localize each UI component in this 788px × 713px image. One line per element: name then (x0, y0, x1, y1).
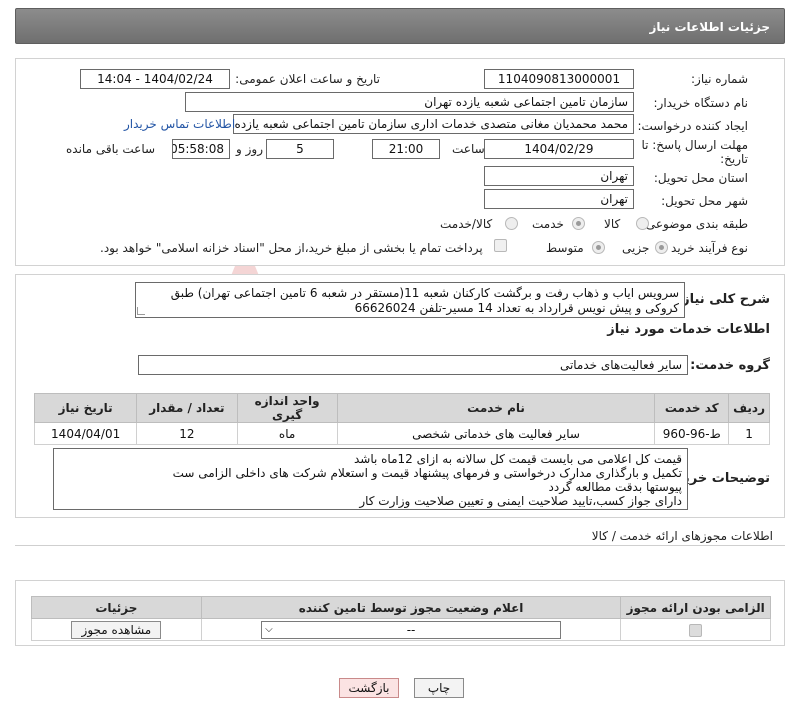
col-permit-required: الزامی بودن ارائه مجوز (620, 596, 771, 619)
cell-row: 1 (728, 422, 770, 445)
buyer-org-label: نام دستگاه خریدار: (653, 96, 749, 110)
col-quantity: تعداد / مقدار (136, 393, 238, 423)
province-field[interactable]: تهران (484, 166, 634, 186)
print-button[interactable]: چاپ (414, 678, 464, 698)
description-resize-handle[interactable] (137, 307, 145, 315)
need-number-field[interactable]: 1104090813000001 (484, 69, 634, 89)
permit-status-value: -- (406, 622, 416, 637)
category-goods-label: کالا (604, 217, 621, 231)
buyer-note-line: قیمت کل اعلامی می بایست قیمت کل سالانه ب… (353, 452, 682, 466)
cell-permit-status: -- ⌵ (200, 618, 622, 641)
col-need-date: تاریخ نیاز (33, 393, 138, 423)
purchase-medium-label: متوسط (546, 241, 584, 255)
buyer-org-field[interactable]: سازمان تامین اجتماعی شعبه یازده تهران (185, 92, 634, 112)
table-row: -- ⌵ مشاهده مجوز (31, 618, 771, 641)
category-service-label: خدمت (532, 217, 564, 231)
description-textarea[interactable]: سرویس ایاب و ذهاب رفت و برگشت کارکنان شع… (135, 282, 685, 318)
category-radio-service[interactable] (572, 217, 585, 230)
need-number-label: شماره نیاز: (691, 72, 748, 86)
time-remaining-field[interactable]: 05:58:08 (172, 139, 230, 159)
back-button[interactable]: بازگشت (339, 678, 399, 698)
purchase-type-label: نوع فرآیند خرید : (663, 241, 748, 255)
city-field[interactable]: تهران (484, 189, 634, 209)
province-label: استان محل تحویل: (653, 171, 748, 185)
table-row[interactable]: 1 ط-96-960 سایر فعالیت های خدماتی شخصی م… (33, 422, 770, 445)
city-label: شهر محل تحویل: (661, 194, 748, 208)
buyer-contact-link[interactable]: اطلاعات تماس خریدار (124, 117, 235, 131)
permit-required-checkbox[interactable] (689, 623, 703, 637)
permits-divider (15, 545, 785, 546)
creator-label: ایجاد کننده درخواست: (637, 119, 748, 133)
cell-service-name: سایر فعالیت های خدماتی شخصی (336, 422, 656, 445)
buyer-note-line: تکمیل و بارگذاری مدارک درخواستی و فرمهای… (172, 466, 682, 480)
category-radio-goods-service[interactable] (505, 217, 518, 230)
service-group-field[interactable]: سایر فعالیت‌های خدماتی (138, 355, 688, 375)
cell-quantity: 12 (136, 422, 238, 445)
buyer-notes-textarea[interactable]: قیمت کل اعلامی می بایست قیمت کل سالانه ب… (53, 448, 688, 510)
category-label: طبقه بندی موضوعی: (641, 217, 748, 231)
creator-field[interactable]: محمد محمدیان مغانی متصدی خدمات اداری ساز… (233, 114, 634, 134)
deadline-time-field[interactable]: 21:00 (372, 139, 440, 159)
announce-datetime-field[interactable]: 1404/02/24 - 14:04 (80, 69, 230, 89)
cell-permit-required (620, 618, 771, 641)
purchase-radio-medium[interactable] (592, 241, 605, 254)
description-label: شرح کلی نیاز: (676, 292, 770, 307)
page-header: جزئیات اطلاعات نیاز (15, 8, 785, 44)
permits-table-header: الزامی بودن ارائه مجوز اعلام وضعیت مجوز … (31, 596, 771, 619)
permits-section-title: اطلاعات مجوزهای ارائه خدمت / کالا (591, 529, 773, 543)
purchase-minor-label: جزیی (622, 241, 650, 255)
description-text: سرویس ایاب و ذهاب رفت و برگشت کارکنان شع… (170, 286, 679, 315)
col-service-code: کد خدمت (654, 393, 730, 423)
deadline-time-label: ساعت (452, 142, 485, 156)
deadline-label-text: مهلت ارسال پاسخ: تا تاریخ: (641, 138, 748, 166)
col-permit-details: جزئیات (31, 596, 202, 619)
category-goods-service-label: کالا/خدمت (440, 217, 493, 231)
buyer-note-line: پیوستها بدقت مطالعه گردد (548, 480, 682, 494)
service-group-label: گروه خدمت: (690, 358, 770, 373)
col-service-name: نام خدمت (336, 393, 656, 423)
chevron-down-icon: ⌵ (265, 623, 273, 635)
col-row: ردیف (728, 393, 770, 423)
cell-unit: ماه (236, 422, 338, 445)
deadline-label: مهلت ارسال پاسخ: تا تاریخ: (640, 138, 748, 166)
cell-service-code: ط-96-960 (654, 422, 730, 445)
announce-datetime-label: تاریخ و ساعت اعلان عمومی: (235, 72, 380, 86)
buyer-note-line: دارای جواز کسب،تایید صلاحیت ایمنی و تعیی… (359, 494, 682, 508)
permit-status-select[interactable]: -- ⌵ (261, 620, 562, 639)
permits-table: الزامی بودن ارائه مجوز اعلام وضعیت مجوز … (31, 596, 771, 641)
category-radio-goods[interactable] (636, 217, 649, 230)
days-remaining-field[interactable]: 5 (266, 139, 334, 159)
services-table: ردیف کد خدمت نام خدمت واحد اندازه گیری ت… (33, 393, 770, 445)
treasury-note: پرداخت تمام یا بخشی از مبلغ خرید،از محل … (100, 241, 483, 255)
cell-permit-details: مشاهده مجوز (31, 618, 202, 641)
purchase-radio-minor[interactable] (655, 241, 668, 254)
services-section-title: اطلاعات خدمات مورد نیاز (607, 322, 770, 337)
days-label: روز و (236, 142, 263, 156)
treasury-checkbox[interactable] (494, 239, 507, 252)
cell-need-date: 1404/04/01 (33, 422, 138, 445)
col-permit-status: اعلام وضعیت مجوز توسط تامین کننده (200, 596, 622, 619)
time-remaining-label: ساعت باقی مانده (66, 142, 156, 156)
deadline-date-field[interactable]: 1404/02/29 (484, 139, 634, 159)
page-title: جزئیات اطلاعات نیاز (649, 20, 770, 34)
col-unit: واحد اندازه گیری (236, 393, 338, 423)
services-table-header: ردیف کد خدمت نام خدمت واحد اندازه گیری ت… (33, 393, 770, 423)
view-permit-button[interactable]: مشاهده مجوز (71, 620, 162, 639)
